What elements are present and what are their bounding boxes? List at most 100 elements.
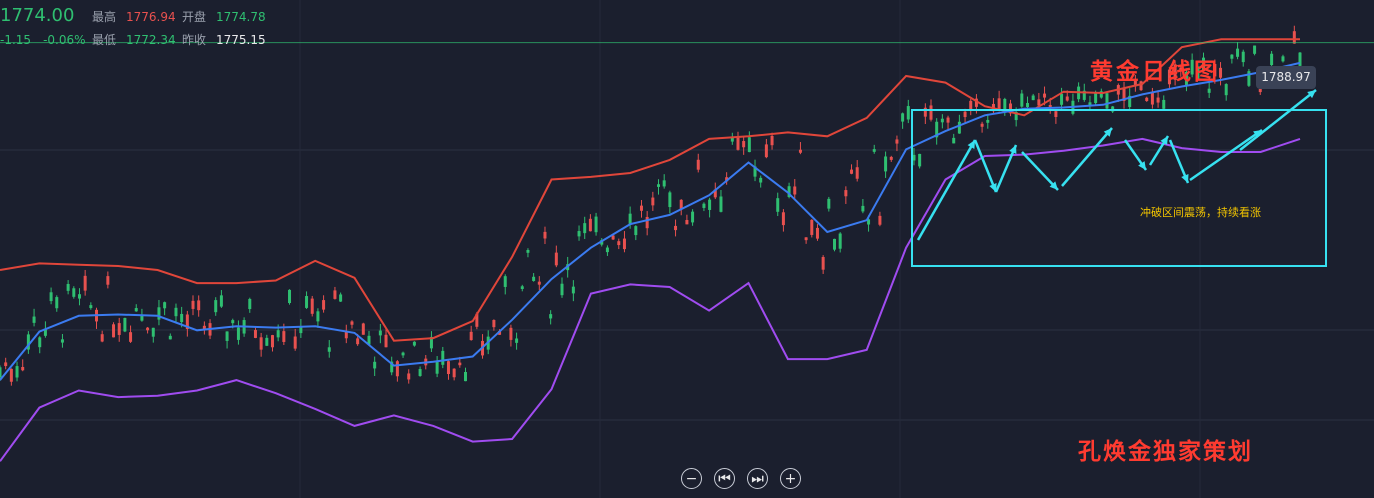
candle xyxy=(645,211,649,236)
candle xyxy=(401,351,405,358)
prev-close-label: 昨收 xyxy=(182,33,207,47)
candle xyxy=(946,115,950,130)
candle xyxy=(333,286,337,300)
candle xyxy=(1128,88,1132,111)
candle xyxy=(696,153,700,173)
candle xyxy=(1105,92,1109,110)
candle xyxy=(49,287,53,305)
candle xyxy=(668,190,672,214)
candle xyxy=(543,226,547,245)
candle xyxy=(708,197,712,218)
candle xyxy=(134,304,138,312)
candle xyxy=(583,216,587,240)
zoom-in-button[interactable]: + xyxy=(780,468,801,489)
candle xyxy=(1020,89,1024,108)
candle xyxy=(702,202,706,212)
candle xyxy=(764,138,768,159)
candle xyxy=(1071,93,1075,116)
candle xyxy=(940,114,944,129)
candle xyxy=(691,209,695,226)
candle xyxy=(742,136,746,155)
last-price: 1774.00 xyxy=(0,5,75,26)
candle xyxy=(1145,96,1149,102)
candle xyxy=(452,368,456,381)
candle xyxy=(605,245,609,256)
candle xyxy=(288,289,292,305)
candle xyxy=(1054,109,1058,124)
candle xyxy=(412,341,416,347)
candle xyxy=(815,224,819,241)
candle xyxy=(730,132,734,145)
candle xyxy=(884,151,888,178)
candle xyxy=(163,301,167,316)
candle xyxy=(38,336,42,354)
high-value: 1776.94 xyxy=(126,10,176,24)
candle xyxy=(1008,99,1012,117)
candle xyxy=(1253,45,1257,56)
candle xyxy=(418,366,422,377)
candle xyxy=(305,291,309,309)
trend-arrow xyxy=(1061,127,1113,187)
candle xyxy=(719,190,723,213)
change-value: -1.15 xyxy=(0,33,32,47)
candle xyxy=(214,297,218,316)
trend-arrow xyxy=(1189,128,1263,182)
trend-arrow xyxy=(1239,89,1317,151)
lower-band-line xyxy=(0,137,1301,462)
candle xyxy=(759,175,763,188)
candle xyxy=(537,276,541,291)
candle xyxy=(429,331,433,353)
candle xyxy=(89,302,93,310)
chart-controls: − ⏮ ⏭ + xyxy=(681,468,801,489)
candle xyxy=(197,295,201,317)
candle xyxy=(492,319,496,331)
candle xyxy=(248,297,252,313)
candle xyxy=(617,238,621,250)
zoom-out-button[interactable]: − xyxy=(681,468,702,489)
breakout-note: 冲破区间震荡，持续看涨 xyxy=(1140,206,1261,219)
candle xyxy=(571,280,575,302)
candle xyxy=(469,325,473,341)
low-label: 最低 xyxy=(92,33,117,47)
candle xyxy=(986,113,990,129)
candle xyxy=(810,219,814,238)
candle xyxy=(4,357,8,370)
candle xyxy=(526,248,530,258)
candle xyxy=(532,273,536,282)
candle xyxy=(361,322,365,335)
chart-title-handwritten: 黄金日线图 xyxy=(1090,58,1220,85)
candle xyxy=(520,284,524,292)
candle xyxy=(503,274,507,295)
candle xyxy=(1116,83,1120,102)
trend-arrow xyxy=(1168,139,1190,184)
candle xyxy=(753,159,757,182)
change-percent: -0.06% xyxy=(43,33,86,47)
trend-arrow xyxy=(994,144,1018,193)
candle xyxy=(1281,54,1285,63)
candle xyxy=(855,160,859,182)
open-label: 开盘 xyxy=(182,10,207,24)
candle xyxy=(1156,90,1160,108)
candle xyxy=(1031,93,1035,101)
candle xyxy=(21,359,25,372)
candle xyxy=(117,317,121,342)
candle xyxy=(861,199,865,214)
candle xyxy=(878,211,882,227)
candle xyxy=(344,324,348,344)
scroll-prev-button[interactable]: ⏮ xyxy=(714,468,735,489)
candle xyxy=(378,323,382,344)
candle xyxy=(151,327,155,343)
candle xyxy=(66,280,70,295)
candle xyxy=(906,99,910,124)
candle xyxy=(901,112,905,129)
candle xyxy=(1150,87,1154,109)
candle xyxy=(174,303,178,324)
candle xyxy=(736,131,740,151)
candle xyxy=(969,98,973,116)
candle xyxy=(685,214,689,225)
candle xyxy=(32,308,36,327)
candle xyxy=(202,321,206,335)
candle xyxy=(662,174,666,189)
scroll-next-button[interactable]: ⏭ xyxy=(747,468,768,489)
candle xyxy=(219,290,223,308)
